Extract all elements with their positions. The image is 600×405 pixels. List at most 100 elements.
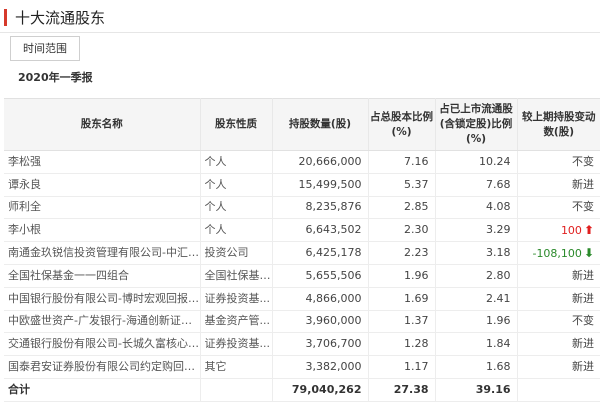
change-value: -108,100 — [532, 246, 582, 260]
pct-total: 2.23 — [368, 241, 436, 265]
pct-total: 2.30 — [368, 218, 436, 243]
change-value: 100 — [560, 223, 582, 237]
change-cell: 新进 — [517, 264, 600, 288]
shareholder-name[interactable]: 李松强 — [4, 150, 201, 174]
shareholder-type: 证券投资基... — [200, 287, 273, 311]
shares-held: 4,866,000 — [272, 287, 369, 311]
shareholder-name[interactable]: 中国银行股份有限公司-博时宏观回报债... — [4, 287, 201, 311]
report-period-label: 2020年一季报 — [18, 71, 93, 84]
section-header: 十大流通股东 — [0, 0, 600, 33]
col-header-name: 股东名称 — [4, 98, 201, 151]
change-cell: 新进 — [517, 287, 600, 311]
change-value: 新进 — [572, 337, 594, 351]
table-row: 交通银行股份有限公司-长城久富核心成... 证券投资基... 3,706,700 1.… — [4, 332, 600, 357]
total-row: 合计 79,040,262 27.38 39.16 — [4, 378, 600, 402]
pct-total: 2.85 — [368, 196, 436, 220]
shares-held: 3,706,700 — [272, 332, 369, 357]
change-cell: 新进 — [517, 332, 600, 357]
table-row: 师利全 个人 8,235,876 2.85 4.08 不变 — [4, 196, 600, 220]
shares-held: 8,235,876 — [272, 196, 369, 220]
change-cell: 不变 — [517, 310, 600, 334]
shareholder-type: 其它 — [200, 355, 273, 379]
change-value: 新进 — [572, 291, 594, 305]
change-cell: -108,100 ⬇ — [517, 241, 600, 265]
shareholder-type: 个人 — [200, 173, 273, 197]
change-value: 新进 — [572, 268, 594, 282]
table-row: 全国社保基金一一四组合全国社保基金...5,655,5061.962.80 新进 — [4, 264, 600, 288]
change-cell: 新进 — [517, 355, 600, 379]
shareholder-type: 全国社保基金... — [200, 264, 273, 288]
shareholder-name[interactable]: 李小根 — [4, 218, 201, 243]
arrow-up-icon: ⬆ — [583, 222, 594, 237]
pct-float: 1.84 — [435, 332, 518, 357]
change-value: 新进 — [572, 177, 594, 191]
arrow-down-icon: ⬇ — [583, 245, 594, 260]
shareholder-name[interactable]: 交通银行股份有限公司-长城久富核心成... — [4, 332, 201, 357]
pct-float: 3.18 — [435, 241, 518, 265]
pct-total: 1.17 — [368, 355, 436, 379]
table-header-row: 股东名称 股东性质 持股数量(股) 占总股本比例(%) 占已上市流通股(含锁定股… — [4, 98, 600, 151]
col-header-pct-float: 占已上市流通股(含锁定股)比例(%) — [435, 98, 518, 151]
col-header-change: 较上期持股变动数(股) — [517, 98, 600, 151]
pct-float: 1.96 — [435, 310, 518, 334]
table-row: 中欧盛世资产-广发银行-海通创新证券... 基金资产管... 3,960,000 1.… — [4, 310, 600, 334]
shareholder-name[interactable]: 国泰君安证券股份有限公司约定购回专... — [4, 355, 201, 379]
shareholder-type: 个人 — [200, 150, 273, 174]
table-row: 中国银行股份有限公司-博时宏观回报债... 证券投资基... 4,866,000 1.… — [4, 287, 600, 311]
pct-float: 7.68 — [435, 173, 518, 197]
change-value: 不变 — [572, 200, 594, 214]
shares-held: 3,382,000 — [272, 355, 369, 379]
total-pct-float: 39.16 — [435, 378, 518, 402]
time-range-button[interactable]: 时间范围 — [10, 36, 80, 61]
pct-float: 4.08 — [435, 196, 518, 220]
shares-held: 5,655,506 — [272, 264, 369, 288]
col-header-pct-total: 占总股本比例(%) — [368, 98, 436, 151]
table-row: 国泰君安证券股份有限公司约定购回专... 其它 3,382,000 1.17 1.68 新… — [4, 355, 600, 379]
total-label: 合计 — [4, 378, 201, 402]
shareholder-type: 证券投资基... — [200, 332, 273, 357]
shares-held: 6,643,502 — [272, 218, 369, 243]
pct-float: 2.41 — [435, 287, 518, 311]
pct-total: 1.37 — [368, 310, 436, 334]
change-cell: 100 ⬆ — [517, 218, 600, 243]
total-shares: 79,040,262 — [272, 378, 369, 402]
shares-held: 15,499,500 — [272, 173, 369, 197]
shares-held: 20,666,000 — [272, 150, 369, 174]
pct-float: 10.24 — [435, 150, 518, 174]
pct-total: 1.69 — [368, 287, 436, 311]
shareholder-type: 个人 — [200, 196, 273, 220]
title-accent-bar — [4, 9, 7, 26]
change-cell: 不变 — [517, 150, 600, 174]
shares-held: 6,425,178 — [272, 241, 369, 265]
shareholder-name[interactable]: 南通金玖锐信投资管理有限公司-中汇金... — [4, 241, 201, 265]
shareholder-name[interactable]: 全国社保基金一一四组合 — [4, 264, 201, 288]
shares-held: 3,960,000 — [272, 310, 369, 334]
pct-float: 3.29 — [435, 218, 518, 243]
shareholder-type: 个人 — [200, 218, 273, 243]
col-header-shares: 持股数量(股) — [272, 98, 369, 151]
table-row: 李小根 个人 6,643,502 2.30 3.29 100 ⬆ — [4, 218, 600, 243]
shareholder-type: 投资公司 — [200, 241, 273, 265]
col-header-type: 股东性质 — [200, 98, 273, 151]
change-value: 不变 — [572, 314, 594, 328]
change-cell: 不变 — [517, 196, 600, 220]
total-type-empty — [200, 378, 273, 402]
page-title: 十大流通股东 — [15, 9, 106, 27]
change-cell: 新进 — [517, 173, 600, 197]
pct-total: 1.28 — [368, 332, 436, 357]
pct-total: 1.96 — [368, 264, 436, 288]
change-value: 新进 — [572, 360, 594, 374]
shareholder-type: 基金资产管... — [200, 310, 273, 334]
change-value: 不变 — [572, 154, 594, 168]
shareholder-name[interactable]: 中欧盛世资产-广发银行-海通创新证券... — [4, 310, 201, 334]
pct-total: 7.16 — [368, 150, 436, 174]
table-row: 南通金玖锐信投资管理有限公司-中汇金... 投资公司 6,425,178 2.23 3.… — [4, 241, 600, 265]
shareholders-table: 股东名称 股东性质 持股数量(股) 占总股本比例(%) 占已上市流通股(含锁定股… — [4, 98, 600, 402]
table-row: 李松强 个人 20,666,000 7.16 10.24 不变 — [4, 150, 600, 174]
pct-float: 2.80 — [435, 264, 518, 288]
shareholder-name[interactable]: 师利全 — [4, 196, 201, 220]
shareholder-name[interactable]: 谭永良 — [4, 173, 201, 197]
pct-total: 5.37 — [368, 173, 436, 197]
total-change-empty — [517, 378, 600, 402]
pct-float: 1.68 — [435, 355, 518, 379]
